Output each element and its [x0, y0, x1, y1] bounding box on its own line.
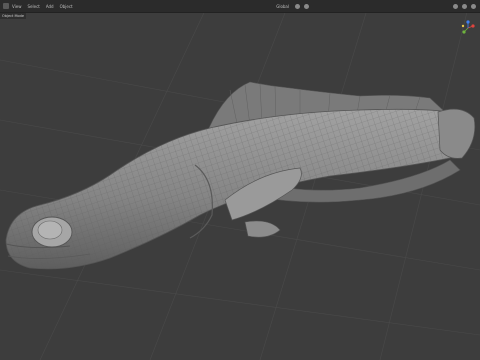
snap-icon[interactable] — [295, 3, 300, 9]
menu-add[interactable]: Add — [46, 4, 54, 9]
menu-object[interactable]: Object — [60, 4, 73, 9]
z-axis-handle — [466, 20, 470, 24]
editor-type-icon[interactable] — [3, 3, 9, 9]
overlay-icon[interactable] — [453, 3, 458, 9]
fish-mesh[interactable] — [0, 0, 480, 360]
menu-view[interactable]: View — [12, 4, 22, 9]
proportional-edit-icon[interactable] — [304, 3, 309, 9]
3d-viewport[interactable]: View Select Add Object Global Object Mod… — [0, 0, 480, 360]
shading-solid-icon[interactable] — [462, 3, 467, 9]
menu-select[interactable]: Select — [28, 4, 40, 9]
transform-orientation[interactable]: Global — [276, 4, 289, 9]
pelvic-fin — [244, 220, 281, 238]
mode-label[interactable]: Object Mode — [0, 13, 27, 19]
viewport-header: View Select Add Object Global — [0, 0, 480, 13]
shading-material-icon[interactable] — [471, 3, 476, 9]
navigation-gizmo[interactable] — [460, 20, 476, 36]
y-axis-handle — [462, 30, 466, 34]
x-axis-handle — [471, 24, 475, 28]
tail-fin — [437, 108, 476, 159]
